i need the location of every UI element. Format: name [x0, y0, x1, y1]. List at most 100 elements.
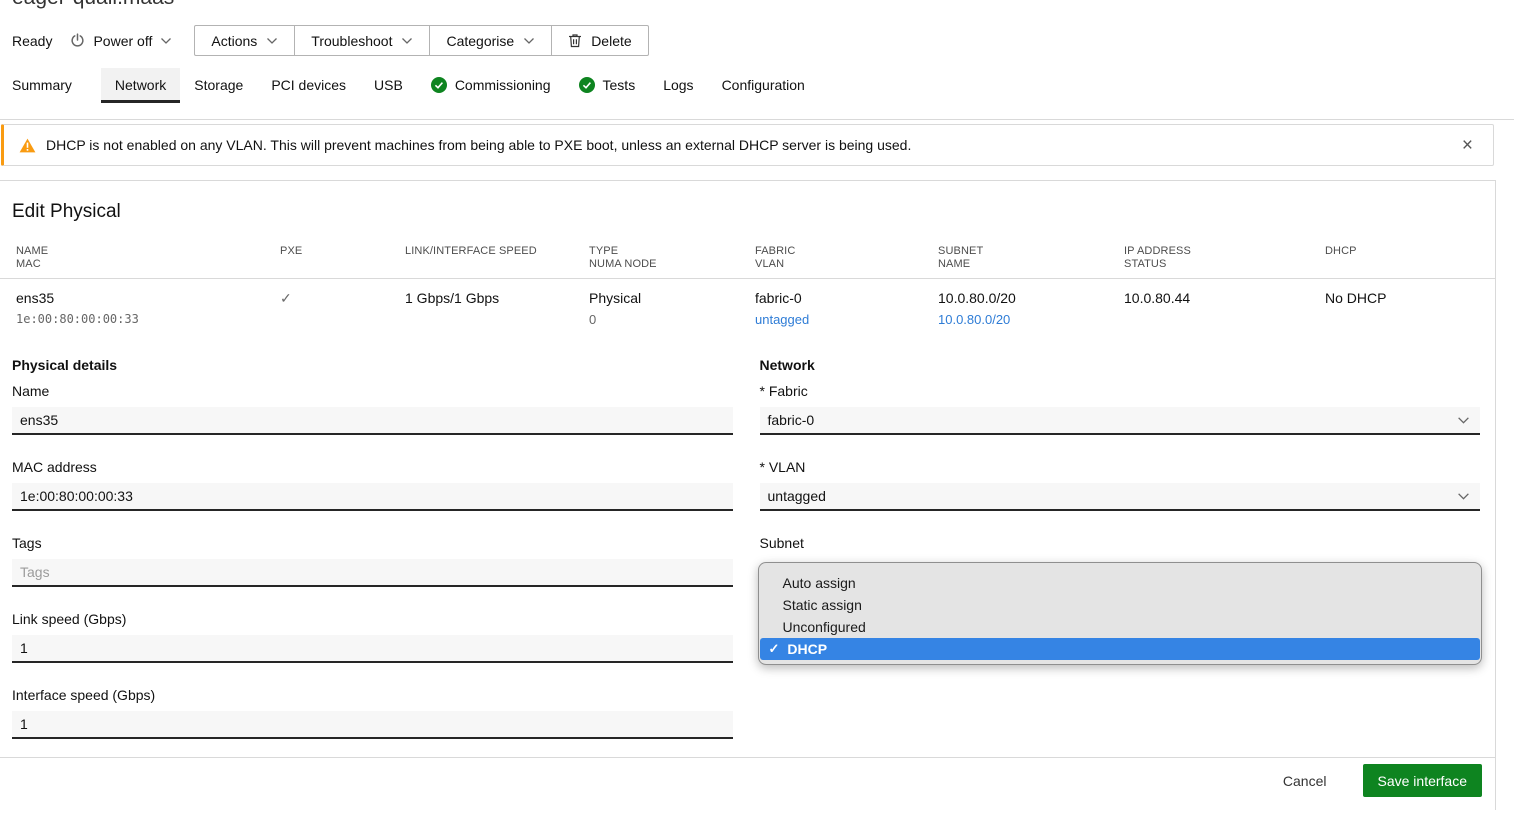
categorise-menu-label: Categorise — [446, 33, 514, 49]
pxe-check-icon: ✓ — [280, 290, 292, 306]
tab-label: PCI devices — [271, 77, 346, 93]
fabric-select[interactable]: fabric-0 — [760, 407, 1481, 435]
vlan-label: * VLAN — [760, 459, 1481, 476]
physical-details-column: Physical details Name MAC address Tags L… — [12, 357, 733, 739]
tab-label: Network — [115, 77, 166, 93]
table-row: ens35 1e:00:80:00:00:33 ✓ 1 Gbps/1 Gbps … — [0, 279, 1495, 327]
tab-summary[interactable]: Summary — [12, 68, 87, 103]
edit-interface-form: Physical details Name MAC address Tags L… — [12, 357, 1480, 739]
subnet-option-static-assign[interactable]: Static assign — [760, 594, 1481, 616]
subnet-cidr: 10.0.80.0/20 — [938, 290, 1124, 307]
tab-storage[interactable]: Storage — [180, 68, 257, 103]
tab-logs[interactable]: Logs — [649, 68, 707, 103]
col-ip-status: IP ADDRESSSTATUS — [1124, 245, 1325, 271]
machine-title: eager-quail.maas — [12, 0, 1514, 9]
warning-icon — [19, 138, 36, 153]
tab-network[interactable]: Network — [101, 68, 180, 103]
machine-actions-group: Actions Troubleshoot Categorise Delete — [194, 25, 648, 56]
categorise-menu-button[interactable]: Categorise — [430, 26, 552, 55]
vlan-select[interactable]: untagged — [760, 483, 1481, 511]
trash-icon — [568, 33, 582, 48]
tab-label: USB — [374, 77, 403, 93]
subnet-option-dhcp[interactable]: ✓ DHCP — [760, 638, 1481, 660]
name-input[interactable] — [12, 407, 733, 435]
mac-address-input[interactable] — [12, 483, 733, 511]
power-icon — [70, 33, 85, 48]
tab-label: Storage — [194, 77, 243, 93]
table-header-row: NAMEMAC PXE LINK/INTERFACE SPEED TYPENUM… — [0, 245, 1495, 279]
interface-speed-input[interactable] — [12, 711, 733, 739]
col-dhcp: DHCP — [1325, 245, 1480, 271]
tab-pci-devices[interactable]: PCI devices — [257, 68, 360, 103]
ip-address: 10.0.80.44 — [1124, 290, 1325, 307]
dhcp-warning-banner: DHCP is not enabled on any VLAN. This wi… — [1, 124, 1494, 166]
dhcp-status: No DHCP — [1325, 290, 1480, 307]
tab-label: Configuration — [722, 77, 805, 93]
vlan-select-value: untagged — [768, 488, 826, 504]
tab-tests[interactable]: Tests — [565, 68, 650, 103]
network-heading: Network — [760, 357, 1481, 374]
chevron-down-icon — [523, 37, 535, 45]
tab-usb[interactable]: USB — [360, 68, 417, 103]
machine-status: Ready — [12, 33, 52, 49]
chevron-down-icon — [1457, 416, 1470, 425]
actions-menu-label: Actions — [211, 33, 257, 49]
tab-commissioning[interactable]: Commissioning — [417, 68, 565, 103]
chevron-down-icon — [160, 37, 172, 45]
chevron-down-icon — [266, 37, 278, 45]
warning-message: DHCP is not enabled on any VLAN. This wi… — [46, 137, 911, 153]
troubleshoot-menu-label: Troubleshoot — [311, 33, 392, 49]
name-label: Name — [12, 383, 733, 400]
tab-label: Logs — [663, 77, 693, 93]
interface-speed-label: Interface speed (Gbps) — [12, 687, 733, 704]
power-menu[interactable]: Power off — [70, 33, 172, 49]
fabric-label: * Fabric — [760, 383, 1481, 400]
link-interface-speed: 1 Gbps/1 Gbps — [405, 290, 589, 307]
power-menu-label: Power off — [93, 33, 152, 49]
cancel-button[interactable]: Cancel — [1273, 767, 1337, 795]
tab-configuration[interactable]: Configuration — [708, 68, 819, 103]
tab-label: Tests — [603, 77, 636, 93]
col-fabric-vlan: FABRICVLAN — [755, 245, 938, 271]
col-type-numa: TYPENUMA NODE — [589, 245, 755, 271]
tags-input[interactable] — [12, 559, 733, 587]
interface-table: NAMEMAC PXE LINK/INTERFACE SPEED TYPENUM… — [0, 245, 1495, 327]
delete-button[interactable]: Delete — [552, 26, 647, 55]
mac-address-label: MAC address — [12, 459, 733, 476]
edit-physical-panel: Edit Physical NAMEMAC PXE LINK/INTERFACE… — [0, 180, 1496, 810]
form-footer: Cancel Save interface — [0, 758, 1495, 797]
col-link-speed: LINK/INTERFACE SPEED — [405, 245, 589, 271]
subnet-option-unconfigured[interactable]: Unconfigured — [760, 616, 1481, 638]
interface-mac: 1e:00:80:00:00:33 — [16, 312, 280, 327]
tags-label: Tags — [12, 535, 733, 552]
troubleshoot-menu-button[interactable]: Troubleshoot — [295, 26, 430, 55]
fabric-select-value: fabric-0 — [768, 412, 815, 428]
tab-label: Summary — [12, 77, 72, 93]
success-check-icon — [579, 77, 595, 93]
chevron-down-icon — [1457, 492, 1470, 501]
subnet-label: Subnet — [760, 535, 1481, 552]
tab-label: Commissioning — [455, 77, 551, 93]
numa-node: 0 — [589, 312, 755, 327]
network-column: Network * Fabric fabric-0 * VLAN untagge… — [760, 357, 1481, 739]
col-subnet-name: SUBNETNAME — [938, 245, 1124, 271]
link-speed-input[interactable] — [12, 635, 733, 663]
link-speed-label: Link speed (Gbps) — [12, 611, 733, 628]
save-interface-button[interactable]: Save interface — [1363, 764, 1483, 797]
success-check-icon — [431, 77, 447, 93]
close-icon[interactable]: × — [1456, 134, 1479, 157]
col-name-mac: NAMEMAC — [16, 245, 280, 271]
subnet-link[interactable]: 10.0.80.0/20 — [938, 312, 1010, 327]
vlan-link[interactable]: untagged — [755, 312, 809, 327]
subnet-dropdown-menu: Auto assign Static assign Unconfigured ✓… — [758, 562, 1483, 665]
machine-tabs: Summary Network Storage PCI devices USB … — [0, 68, 1514, 120]
interface-type: Physical — [589, 290, 755, 307]
chevron-down-icon — [401, 37, 413, 45]
subnet-option-label: DHCP — [787, 638, 827, 660]
actions-menu-button[interactable]: Actions — [195, 26, 295, 55]
subnet-option-auto-assign[interactable]: Auto assign — [760, 572, 1481, 594]
page-header: eager-quail.maas — [0, 0, 1514, 9]
interface-name: ens35 — [16, 290, 280, 307]
delete-button-label: Delete — [591, 33, 631, 49]
physical-details-heading: Physical details — [12, 357, 733, 374]
